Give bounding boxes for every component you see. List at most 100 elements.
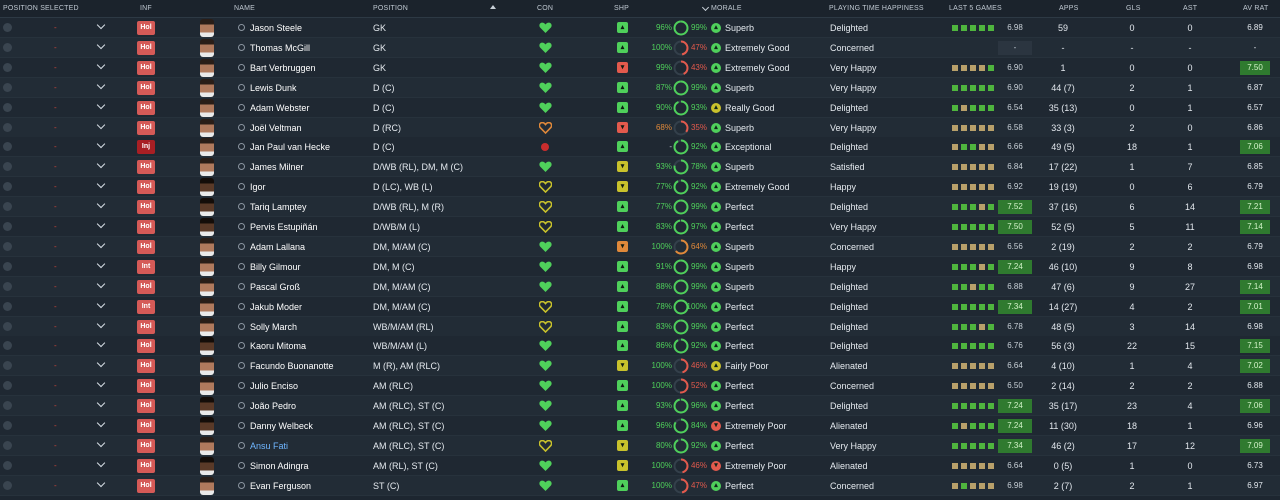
position-selected-dot[interactable]: [3, 460, 12, 470]
position-selected-value[interactable]: -: [54, 461, 57, 470]
position-selected-value[interactable]: -: [54, 142, 57, 151]
table-row[interactable]: - Hol Kaoru Mitoma WB/M/AM (L) ▴ 86% 92% ▴ Perfe…: [0, 336, 1280, 357]
shortlist-icon[interactable]: [238, 183, 245, 191]
shortlist-icon[interactable]: [238, 461, 245, 469]
position-selected-dot[interactable]: [3, 421, 12, 430]
chevron-down-icon[interactable]: [96, 160, 106, 169]
position-selected-dot[interactable]: [3, 162, 12, 172]
position-selected-dot[interactable]: [3, 321, 12, 331]
col-inf[interactable]: INF: [140, 5, 152, 12]
chevron-down-icon[interactable]: [96, 378, 106, 388]
inf-badge[interactable]: Hol: [137, 40, 155, 55]
shortlist-icon[interactable]: [238, 302, 245, 310]
table-row[interactable]: - Hol Tariq Lamptey D/WB (RL), M (R) ▴ 77% 99%…: [0, 197, 1280, 218]
shortlist-icon[interactable]: [238, 441, 245, 449]
position-selected-value[interactable]: -: [54, 23, 57, 32]
position-selected-value[interactable]: -: [54, 103, 57, 112]
shortlist-icon[interactable]: [238, 402, 245, 410]
shortlist-icon[interactable]: [238, 83, 245, 91]
table-row[interactable]: - Hol Thomas McGill GK ▴ 100% 47% ▴ Extremely Go…: [0, 37, 1280, 58]
player-name[interactable]: Simon Adingra: [250, 461, 309, 471]
player-name[interactable]: Joël Veltman: [250, 123, 302, 133]
player-name[interactable]: James Milner: [250, 162, 304, 172]
chevron-down-icon[interactable]: [96, 100, 106, 109]
chevron-down-icon[interactable]: [96, 60, 106, 70]
player-name[interactable]: Facundo Buonanotte: [250, 361, 334, 371]
table-row[interactable]: - Hol James Milner D/WB (RL), DM, M (C) ▾ 93%…: [0, 157, 1280, 178]
col-av-rat[interactable]: AV RAT: [1243, 5, 1268, 12]
position-selected-value[interactable]: -: [54, 182, 57, 191]
position-selected-value[interactable]: -: [54, 202, 57, 211]
position-selected-value[interactable]: -: [54, 441, 57, 450]
player-name[interactable]: Jason Steele: [250, 23, 302, 33]
player-name[interactable]: João Pedro: [250, 401, 296, 411]
inf-badge[interactable]: Hol: [137, 478, 155, 493]
position-selected-dot[interactable]: [3, 82, 12, 92]
chevron-down-icon[interactable]: [96, 80, 106, 89]
col-gls[interactable]: GLS: [1126, 5, 1141, 12]
chevron-down-icon[interactable]: [96, 398, 106, 408]
shortlist-icon[interactable]: [238, 382, 245, 390]
chevron-down-icon[interactable]: [96, 478, 106, 487]
chevron-down-icon[interactable]: [96, 40, 106, 50]
inf-badge[interactable]: Hol: [137, 239, 155, 254]
table-row[interactable]: - Hol Ansu Fati AM (RLC), ST (C) ▾ 80% 92% ▴ Per…: [0, 435, 1280, 456]
inf-badge[interactable]: Hol: [137, 200, 155, 215]
inf-badge[interactable]: Hol: [137, 180, 155, 195]
inf-badge[interactable]: Hol: [137, 339, 155, 354]
table-row[interactable]: - Hol Solly March WB/M/AM (RL) ▴ 83% 99% ▴ Perfe…: [0, 316, 1280, 337]
shortlist-icon[interactable]: [238, 282, 245, 290]
position-selected-dot[interactable]: [3, 122, 12, 132]
shortlist-icon[interactable]: [238, 163, 245, 171]
chevron-down-icon[interactable]: [96, 239, 106, 249]
shortlist-icon[interactable]: [238, 242, 245, 250]
player-name[interactable]: Jakub Moder: [250, 302, 302, 312]
sort-ascending-icon[interactable]: [490, 5, 496, 9]
shortlist-icon[interactable]: [238, 24, 245, 31]
position-selected-dot[interactable]: [3, 401, 12, 411]
position-selected-dot[interactable]: [3, 341, 12, 351]
position-selected-value[interactable]: -: [54, 282, 57, 291]
position-selected-value[interactable]: -: [54, 43, 57, 52]
player-name[interactable]: Tariq Lamptey: [250, 202, 307, 212]
col-playing-time-happiness[interactable]: PLAYING TIME HAPPINESS: [829, 5, 924, 12]
table-row[interactable]: - Hol Evan Ferguson ST (C) ▴ 100% 47% ▴ Perfect C…: [0, 475, 1280, 496]
player-name[interactable]: Pascal Groß: [250, 282, 300, 292]
position-selected-dot[interactable]: [3, 440, 12, 450]
player-name[interactable]: Ansu Fati: [250, 441, 288, 451]
position-selected-value[interactable]: -: [54, 421, 57, 430]
position-selected-dot[interactable]: [3, 23, 12, 32]
inf-badge[interactable]: Hol: [137, 319, 155, 334]
inf-badge[interactable]: Hol: [137, 21, 155, 35]
position-selected-value[interactable]: -: [54, 222, 57, 231]
inf-badge[interactable]: Hol: [137, 220, 155, 234]
col-position-selected[interactable]: POSITION SELECTED: [3, 5, 79, 12]
table-row[interactable]: - Hol Simon Adingra AM (RL), ST (C) ▾ 100% 46%…: [0, 455, 1280, 476]
player-name[interactable]: Adam Lallana: [250, 242, 305, 252]
player-name[interactable]: Thomas McGill: [250, 43, 310, 53]
shortlist-icon[interactable]: [238, 63, 245, 71]
chevron-down-icon[interactable]: [96, 259, 106, 269]
chevron-down-icon[interactable]: [96, 319, 106, 328]
inf-badge[interactable]: Hol: [137, 279, 155, 294]
position-selected-dot[interactable]: [3, 361, 12, 371]
table-row[interactable]: - Int Billy Gilmour DM, M (C) ▴ 91% 99% ▴ Superb…: [0, 256, 1280, 277]
col-shp[interactable]: SHP: [614, 5, 629, 12]
player-name[interactable]: Bart Verbruggen: [250, 63, 316, 73]
col-name[interactable]: NAME: [234, 5, 255, 12]
table-row[interactable]: - Hol Julio Enciso AM (RLC) ▴ 100% 52% ▴ Perfect…: [0, 376, 1280, 397]
table-row[interactable]: - Hol Jason Steele GK ▴ 96% 99% ▴ Superb Delighte…: [0, 18, 1280, 38]
inf-badge[interactable]: Hol: [137, 160, 155, 175]
chevron-down-icon[interactable]: [96, 438, 106, 448]
chevron-down-icon[interactable]: [96, 219, 106, 229]
position-selected-value[interactable]: -: [54, 262, 57, 271]
inf-badge[interactable]: Int: [137, 299, 155, 314]
shortlist-icon[interactable]: [238, 262, 245, 270]
position-selected-dot[interactable]: [3, 301, 12, 311]
shortlist-icon[interactable]: [238, 322, 245, 330]
table-row[interactable]: - Hol Pervis Estupiñán D/WB/M (L) ▴ 83% 97% ▴ Pe…: [0, 217, 1280, 237]
shortlist-icon[interactable]: [238, 123, 245, 131]
col-morale[interactable]: MORALE: [711, 5, 742, 12]
player-name[interactable]: Lewis Dunk: [250, 83, 297, 93]
position-selected-dot[interactable]: [3, 42, 12, 52]
